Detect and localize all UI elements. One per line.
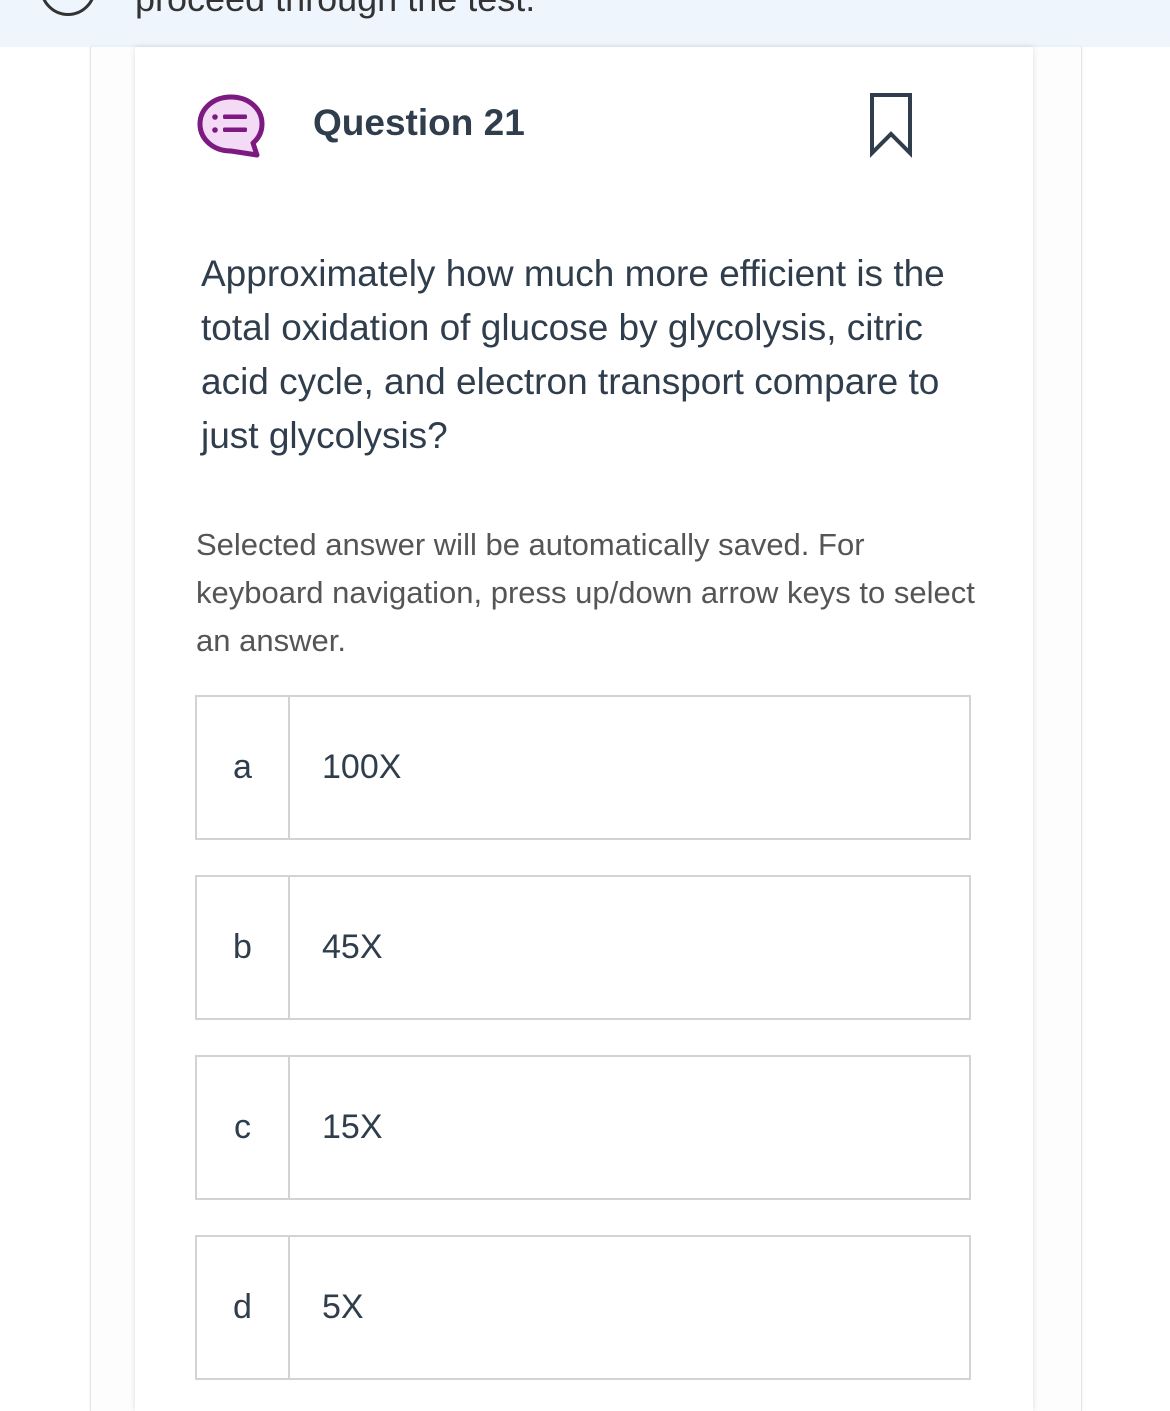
answer-option-c[interactable]: c 15X — [195, 1055, 971, 1200]
banner-text: proceed through the test. — [135, 0, 535, 20]
answer-instruction: Selected answer will be automatically sa… — [196, 527, 975, 658]
answer-option-d[interactable]: d 5X — [195, 1235, 971, 1380]
answer-option-a[interactable]: a 100X — [195, 695, 971, 840]
option-text: 45X — [322, 928, 383, 966]
question-title: Question 21 — [313, 102, 525, 143]
option-text: 100X — [322, 748, 402, 786]
option-letter: b — [197, 877, 290, 1018]
option-text: 5X — [322, 1288, 364, 1326]
question-text: Approximately how much more efficient is… — [201, 253, 945, 456]
banner-circle-icon — [40, 0, 96, 16]
question-bubble-icon — [197, 94, 265, 158]
bookmark-icon[interactable] — [869, 92, 913, 158]
answer-option-b[interactable]: b 45X — [195, 875, 971, 1020]
option-letter: c — [197, 1057, 290, 1198]
option-letter: a — [197, 697, 290, 838]
top-banner: proceed through the test. — [0, 0, 1170, 47]
option-text: 15X — [322, 1108, 383, 1146]
option-letter: d — [197, 1237, 290, 1378]
